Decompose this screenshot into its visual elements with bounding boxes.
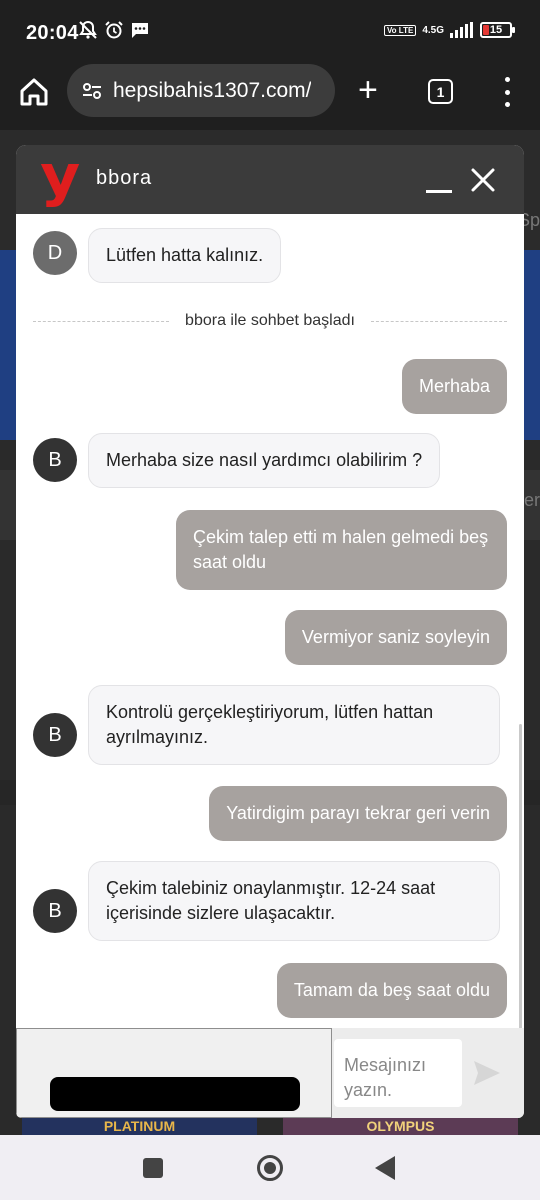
user-message: Merhaba: [401, 359, 507, 414]
user-message: Tamam da beş saat oldu: [276, 963, 507, 1018]
chat-input-area: [16, 1028, 524, 1118]
bg-peek-text: er: [523, 490, 540, 510]
agent-message: Kontrolü gerçekleştiriyorum, lütfen hatt…: [88, 685, 500, 765]
new-tab-icon[interactable]: +: [358, 73, 378, 107]
browser-toolbar: hepsibahis1307.com/ + 1: [0, 64, 540, 130]
bell-muted-icon: [79, 20, 97, 39]
live-chat-window: y bbora D Lütfen hatta kalınız. bbora il…: [16, 145, 524, 1118]
agent-avatar: B: [33, 713, 77, 757]
message-list[interactable]: D Lütfen hatta kalınız. bbora ile sohbet…: [16, 214, 524, 1094]
status-bar: 20:04 Vo LTE 4.5G 15: [0, 0, 540, 64]
chat-header: y bbora: [16, 145, 524, 214]
status-time: 20:04: [26, 22, 79, 44]
agent-message: Lütfen hatta kalınız.: [88, 228, 282, 283]
battery-level: 15: [489, 24, 503, 36]
address-bar[interactable]: hepsibahis1307.com/: [67, 64, 335, 117]
more-menu-icon[interactable]: [497, 77, 517, 107]
bg-game-tile: PLATINUM: [22, 1118, 257, 1135]
status-notification-icons: [78, 20, 150, 40]
minimize-icon[interactable]: [426, 169, 452, 193]
alarm-icon: [105, 21, 123, 39]
volte-badge: Vo LTE: [383, 24, 417, 36]
signal-icon: [450, 22, 473, 38]
battery-icon: 15: [480, 22, 515, 38]
bg-game-tile: OLYMPUS: [283, 1118, 518, 1135]
user-message: Vermiyor saniz soyleyin: [284, 610, 507, 665]
send-icon[interactable]: [472, 1058, 502, 1088]
battery-fill: [483, 25, 489, 35]
agent-message: Çekim talebiniz onaylanmıştır. 12-24 saa…: [88, 861, 500, 941]
attachment-panel: [16, 1028, 332, 1118]
divider-text: bbora ile sohbet başladı: [185, 312, 355, 329]
message-icon: [132, 23, 148, 38]
agent-avatar: B: [33, 889, 77, 933]
tab-switcher-icon[interactable]: 1: [428, 79, 453, 104]
url-text[interactable]: hepsibahis1307.com/: [113, 79, 311, 103]
home-nav-icon[interactable]: [257, 1155, 283, 1181]
brand-logo: y: [40, 145, 81, 209]
status-system-icons: Vo LTE 4.5G 15: [383, 22, 515, 38]
network-type: 4.5G: [422, 24, 444, 36]
user-message: Çekim talep etti m halen gelmedi beş saa…: [176, 510, 507, 590]
back-icon[interactable]: [375, 1156, 395, 1180]
chat-started-divider: bbora ile sohbet başladı: [33, 311, 507, 331]
message-input[interactable]: [334, 1039, 462, 1107]
agent-name: bbora: [96, 167, 153, 189]
user-message: Yatirdigim parayı tekrar geri verin: [209, 786, 507, 841]
home-icon[interactable]: [18, 76, 50, 108]
system-nav-bar: [0, 1135, 540, 1200]
agent-message: Merhaba size nasıl yardımcı olabilirim ?: [88, 433, 441, 488]
redacted-bar: [50, 1077, 300, 1111]
close-icon[interactable]: [470, 167, 496, 193]
agent-avatar: D: [33, 231, 77, 275]
agent-avatar: B: [33, 438, 77, 482]
recent-apps-icon[interactable]: [143, 1158, 163, 1178]
site-settings-icon[interactable]: [81, 80, 103, 102]
